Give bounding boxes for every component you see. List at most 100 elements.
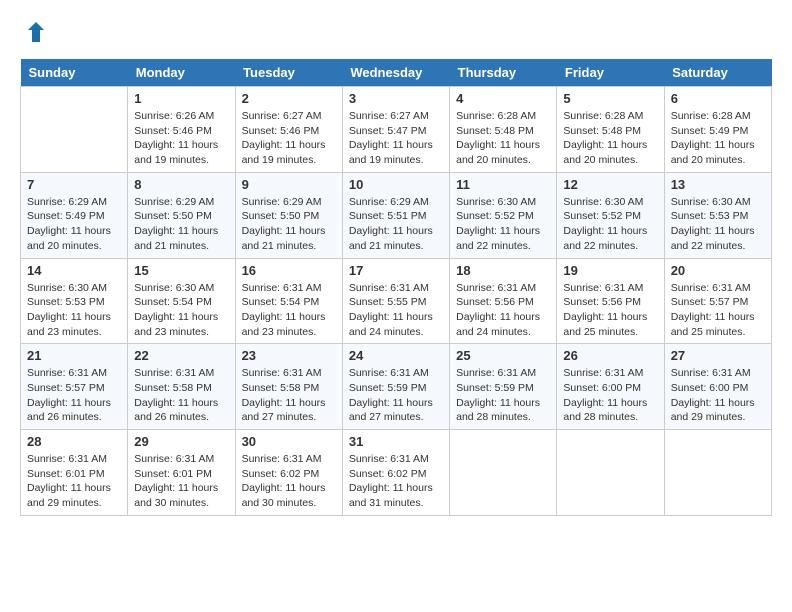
- day-info: Sunrise: 6:28 AM Sunset: 5:49 PM Dayligh…: [671, 109, 765, 168]
- day-number: 23: [242, 348, 336, 363]
- calendar-cell: [21, 87, 128, 173]
- day-number: 25: [456, 348, 550, 363]
- day-info: Sunrise: 6:31 AM Sunset: 5:56 PM Dayligh…: [563, 281, 657, 340]
- day-info: Sunrise: 6:31 AM Sunset: 6:00 PM Dayligh…: [671, 366, 765, 425]
- day-number: 13: [671, 177, 765, 192]
- calendar-table: SundayMondayTuesdayWednesdayThursdayFrid…: [20, 59, 772, 516]
- calendar-cell: [664, 430, 771, 516]
- calendar-cell: 1 Sunrise: 6:26 AM Sunset: 5:46 PM Daylig…: [128, 87, 235, 173]
- calendar-cell: 5Sunrise: 6:28 AM Sunset: 5:48 PM Daylig…: [557, 87, 664, 173]
- day-info: Sunrise: 6:31 AM Sunset: 6:00 PM Dayligh…: [563, 366, 657, 425]
- calendar-cell: 25 Sunrise: 6:31 AM Sunset: 5:59 PM Dayli…: [450, 344, 557, 430]
- day-info: Sunrise: 6:31 AM Sunset: 5:56 PM Dayligh…: [456, 281, 550, 340]
- day-number: 28: [27, 434, 121, 449]
- calendar-cell: 14 Sunrise: 6:30 AM Sunset: 5:53 PM Dayli…: [21, 258, 128, 344]
- calendar-cell: 29 Sunrise: 6:31 AM Sunset: 6:01 PM Dayli…: [128, 430, 235, 516]
- day-number: 12: [563, 177, 657, 192]
- day-info: Sunrise: 6:31 AM Sunset: 6:02 PM Dayligh…: [349, 452, 443, 511]
- day-info: Sunrise: 6:29 AM Sunset: 5:50 PM Dayligh…: [242, 195, 336, 254]
- day-info: Sunrise: 6:31 AM Sunset: 5:54 PM Dayligh…: [242, 281, 336, 340]
- day-info: Sunrise: 6:31 AM Sunset: 6:01 PM Dayligh…: [134, 452, 228, 511]
- calendar-cell: 17 Sunrise: 6:31 AM Sunset: 5:55 PM Dayli…: [342, 258, 449, 344]
- logo-icon: [24, 20, 48, 49]
- day-info: Sunrise: 6:27 AM Sunset: 5:46 PM Dayligh…: [242, 109, 336, 168]
- day-info: Sunrise: 6:29 AM Sunset: 5:50 PM Dayligh…: [134, 195, 228, 254]
- day-info: Sunrise: 6:31 AM Sunset: 5:59 PM Dayligh…: [456, 366, 550, 425]
- logo: [20, 20, 48, 49]
- calendar-cell: 23Sunrise: 6:31 AM Sunset: 5:58 PM Dayli…: [235, 344, 342, 430]
- day-number: 22: [134, 348, 228, 363]
- day-number: 24: [349, 348, 443, 363]
- week-row-3: 14 Sunrise: 6:30 AM Sunset: 5:53 PM Dayli…: [21, 258, 772, 344]
- day-headers-row: SundayMondayTuesdayWednesdayThursdayFrid…: [21, 59, 772, 87]
- calendar-cell: 21 Sunrise: 6:31 AM Sunset: 5:57 PM Dayli…: [21, 344, 128, 430]
- day-info: Sunrise: 6:28 AM Sunset: 5:48 PM Dayligh…: [456, 109, 550, 168]
- day-info: Sunrise: 6:31 AM Sunset: 6:01 PM Dayligh…: [27, 452, 121, 511]
- week-row-2: 7 Sunrise: 6:29 AM Sunset: 5:49 PM Daylig…: [21, 172, 772, 258]
- calendar-cell: 30Sunrise: 6:31 AM Sunset: 6:02 PM Dayli…: [235, 430, 342, 516]
- calendar-cell: 28 Sunrise: 6:31 AM Sunset: 6:01 PM Dayli…: [21, 430, 128, 516]
- day-header-sunday: Sunday: [21, 59, 128, 87]
- week-row-5: 28 Sunrise: 6:31 AM Sunset: 6:01 PM Dayli…: [21, 430, 772, 516]
- week-row-1: 1 Sunrise: 6:26 AM Sunset: 5:46 PM Daylig…: [21, 87, 772, 173]
- calendar-cell: 22 Sunrise: 6:31 AM Sunset: 5:58 PM Dayli…: [128, 344, 235, 430]
- calendar-cell: 10 Sunrise: 6:29 AM Sunset: 5:51 PM Dayli…: [342, 172, 449, 258]
- day-info: Sunrise: 6:31 AM Sunset: 5:58 PM Dayligh…: [134, 366, 228, 425]
- day-info: Sunrise: 6:31 AM Sunset: 5:59 PM Dayligh…: [349, 366, 443, 425]
- day-info: Sunrise: 6:29 AM Sunset: 5:49 PM Dayligh…: [27, 195, 121, 254]
- day-info: Sunrise: 6:26 AM Sunset: 5:46 PM Dayligh…: [134, 109, 228, 168]
- day-number: 8: [134, 177, 228, 192]
- day-number: 10: [349, 177, 443, 192]
- day-info: Sunrise: 6:27 AM Sunset: 5:47 PM Dayligh…: [349, 109, 443, 168]
- day-number: 21: [27, 348, 121, 363]
- day-info: Sunrise: 6:31 AM Sunset: 6:02 PM Dayligh…: [242, 452, 336, 511]
- day-number: 11: [456, 177, 550, 192]
- day-number: 19: [563, 263, 657, 278]
- day-number: 18: [456, 263, 550, 278]
- day-header-wednesday: Wednesday: [342, 59, 449, 87]
- calendar-cell: 24 Sunrise: 6:31 AM Sunset: 5:59 PM Dayli…: [342, 344, 449, 430]
- day-number: 29: [134, 434, 228, 449]
- calendar-cell: 16 Sunrise: 6:31 AM Sunset: 5:54 PM Dayli…: [235, 258, 342, 344]
- day-info: Sunrise: 6:30 AM Sunset: 5:52 PM Dayligh…: [456, 195, 550, 254]
- day-number: 6: [671, 91, 765, 106]
- day-number: 7: [27, 177, 121, 192]
- calendar-cell: 27Sunrise: 6:31 AM Sunset: 6:00 PM Dayli…: [664, 344, 771, 430]
- calendar-cell: 26 Sunrise: 6:31 AM Sunset: 6:00 PM Dayli…: [557, 344, 664, 430]
- day-number: 1: [134, 91, 228, 106]
- calendar-cell: 6 Sunrise: 6:28 AM Sunset: 5:49 PM Daylig…: [664, 87, 771, 173]
- day-info: Sunrise: 6:31 AM Sunset: 5:55 PM Dayligh…: [349, 281, 443, 340]
- calendar-cell: 18 Sunrise: 6:31 AM Sunset: 5:56 PM Dayli…: [450, 258, 557, 344]
- calendar-cell: 20Sunrise: 6:31 AM Sunset: 5:57 PM Dayli…: [664, 258, 771, 344]
- calendar-cell: 19 Sunrise: 6:31 AM Sunset: 5:56 PM Dayli…: [557, 258, 664, 344]
- calendar-cell: 11 Sunrise: 6:30 AM Sunset: 5:52 PM Dayli…: [450, 172, 557, 258]
- day-number: 17: [349, 263, 443, 278]
- day-number: 26: [563, 348, 657, 363]
- day-header-tuesday: Tuesday: [235, 59, 342, 87]
- day-header-monday: Monday: [128, 59, 235, 87]
- day-header-thursday: Thursday: [450, 59, 557, 87]
- calendar-cell: 8 Sunrise: 6:29 AM Sunset: 5:50 PM Daylig…: [128, 172, 235, 258]
- day-info: Sunrise: 6:28 AM Sunset: 5:48 PM Dayligh…: [563, 109, 657, 168]
- calendar-cell: 12Sunrise: 6:30 AM Sunset: 5:52 PM Dayli…: [557, 172, 664, 258]
- day-header-friday: Friday: [557, 59, 664, 87]
- day-number: 14: [27, 263, 121, 278]
- day-number: 16: [242, 263, 336, 278]
- day-number: 15: [134, 263, 228, 278]
- day-number: 20: [671, 263, 765, 278]
- calendar-cell: 31Sunrise: 6:31 AM Sunset: 6:02 PM Dayli…: [342, 430, 449, 516]
- week-row-4: 21 Sunrise: 6:31 AM Sunset: 5:57 PM Dayli…: [21, 344, 772, 430]
- day-number: 2: [242, 91, 336, 106]
- calendar-cell: 9 Sunrise: 6:29 AM Sunset: 5:50 PM Daylig…: [235, 172, 342, 258]
- calendar-cell: 2 Sunrise: 6:27 AM Sunset: 5:46 PM Daylig…: [235, 87, 342, 173]
- calendar-cell: 7 Sunrise: 6:29 AM Sunset: 5:49 PM Daylig…: [21, 172, 128, 258]
- calendar-cell: 3 Sunrise: 6:27 AM Sunset: 5:47 PM Daylig…: [342, 87, 449, 173]
- day-info: Sunrise: 6:30 AM Sunset: 5:53 PM Dayligh…: [27, 281, 121, 340]
- calendar-cell: 15Sunrise: 6:30 AM Sunset: 5:54 PM Dayli…: [128, 258, 235, 344]
- page-header: [20, 20, 772, 49]
- day-info: Sunrise: 6:29 AM Sunset: 5:51 PM Dayligh…: [349, 195, 443, 254]
- day-number: 4: [456, 91, 550, 106]
- day-number: 9: [242, 177, 336, 192]
- day-info: Sunrise: 6:31 AM Sunset: 5:57 PM Dayligh…: [27, 366, 121, 425]
- day-number: 3: [349, 91, 443, 106]
